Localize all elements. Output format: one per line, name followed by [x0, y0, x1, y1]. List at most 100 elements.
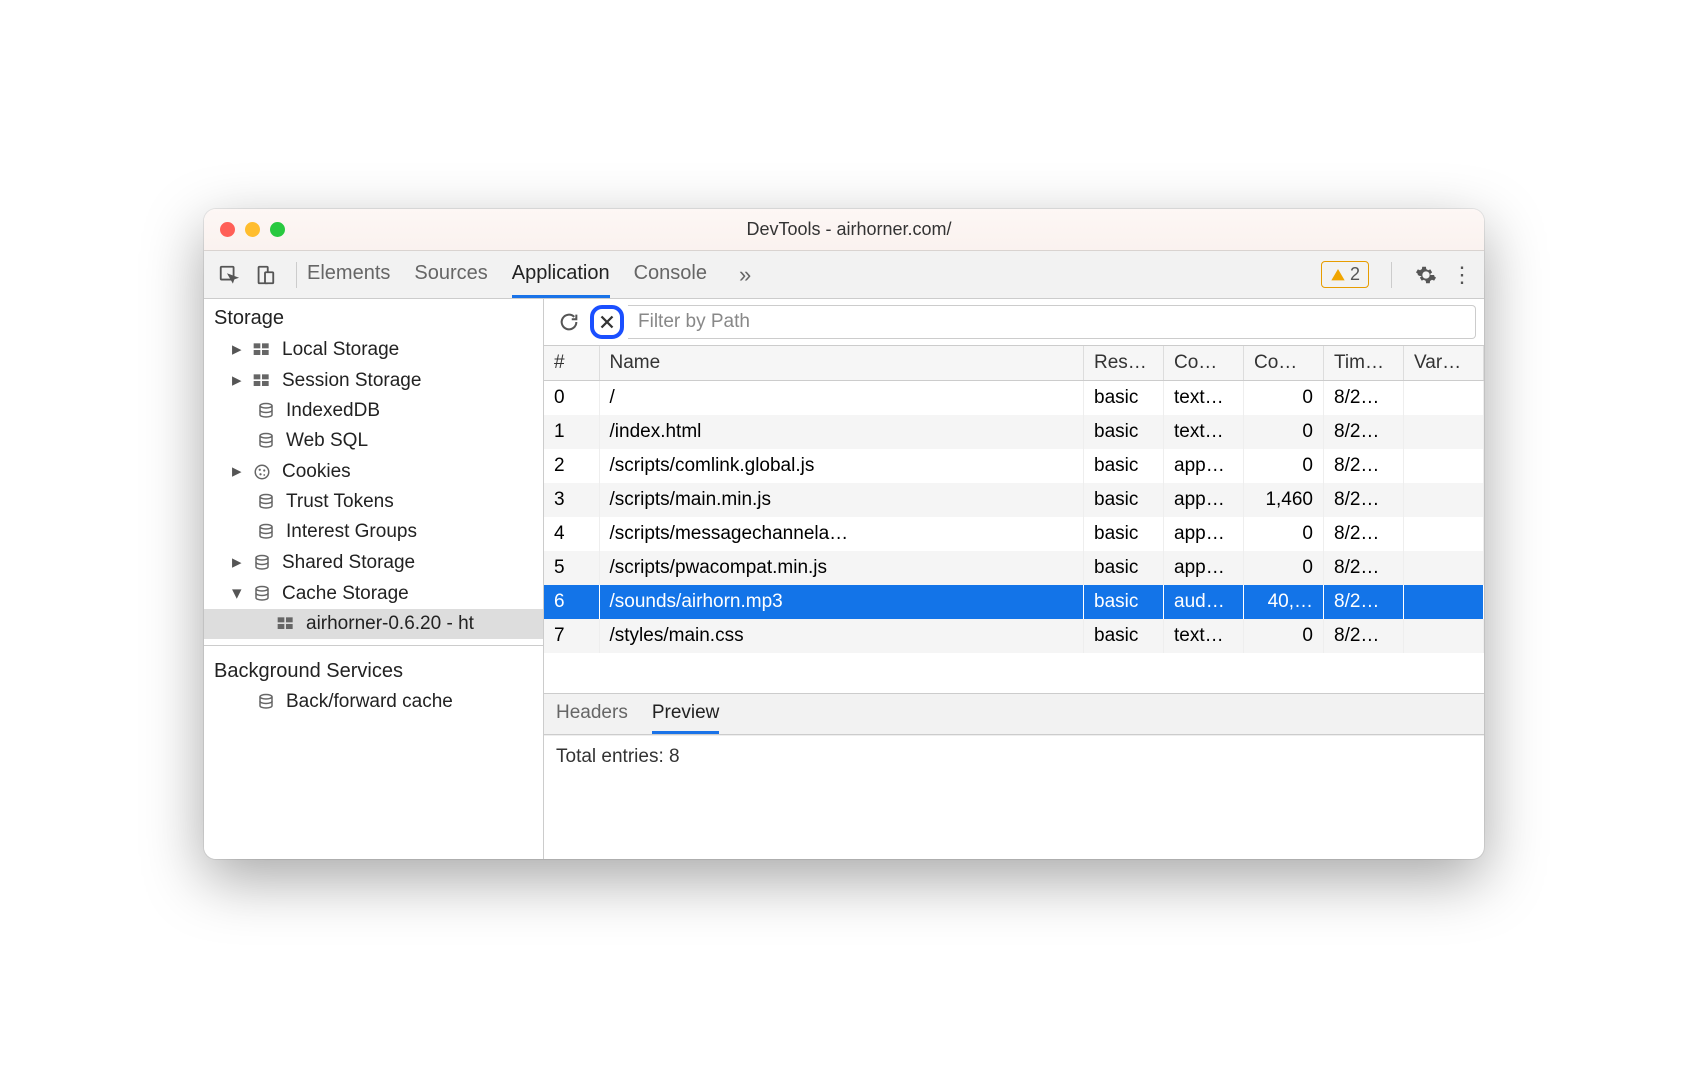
cell-idx: 0	[544, 381, 599, 416]
warnings-badge[interactable]: 2	[1321, 261, 1369, 288]
cell-co1: text…	[1164, 381, 1244, 416]
cell-co1: app…	[1164, 483, 1244, 517]
collapse-icon: ▾	[232, 582, 246, 605]
right-tools: 2 ⋮	[1321, 261, 1474, 288]
cell-var	[1404, 551, 1484, 585]
cell-co1: app…	[1164, 517, 1244, 551]
cell-res: basic	[1084, 483, 1164, 517]
separator	[296, 262, 297, 288]
sidebar-item-interest-groups[interactable]: Interest Groups	[204, 517, 543, 547]
col-content-length[interactable]: Co…	[1244, 346, 1324, 381]
cell-name: /scripts/pwacompat.min.js	[599, 551, 1084, 585]
toolbar: Elements Sources Application Console » 2…	[204, 251, 1484, 299]
tab-elements[interactable]: Elements	[307, 251, 390, 298]
refresh-icon[interactable]	[552, 305, 586, 339]
cell-co1: app…	[1164, 551, 1244, 585]
sidebar-item-indexeddb[interactable]: IndexedDB	[204, 396, 543, 426]
table-header: # Name Res… Co… Co… Tim… Var…	[544, 346, 1484, 381]
inspect-icon[interactable]	[214, 260, 244, 290]
detail-tab-preview[interactable]: Preview	[652, 694, 720, 734]
device-toggle-icon[interactable]	[250, 260, 280, 290]
table-row[interactable]: 0/basictext…08/2…	[544, 381, 1484, 416]
col-content-type[interactable]: Co…	[1164, 346, 1244, 381]
table-row[interactable]: 7/styles/main.cssbasictext…08/2…	[544, 619, 1484, 653]
sidebar-item-label: Cache Storage	[282, 583, 409, 605]
sidebar-item-label: IndexedDB	[286, 400, 380, 422]
close-window-button[interactable]	[220, 222, 235, 237]
cell-co2: 0	[1244, 619, 1324, 653]
warnings-count: 2	[1350, 264, 1360, 285]
table-row[interactable]: 5/scripts/pwacompat.min.jsbasicapp…08/2…	[544, 551, 1484, 585]
col-index[interactable]: #	[544, 346, 599, 381]
tab-sources[interactable]: Sources	[414, 251, 487, 298]
sidebar-item-cookies[interactable]: ▸ Cookies	[204, 456, 543, 487]
database-icon	[254, 692, 278, 712]
cell-var	[1404, 619, 1484, 653]
sidebar-item-label: Local Storage	[282, 339, 399, 361]
database-icon	[250, 553, 274, 573]
sidebar: Storage ▸ Local Storage ▸ Session Storag…	[204, 299, 544, 859]
table-spacer	[544, 653, 1484, 693]
cell-tim: 8/2…	[1324, 619, 1404, 653]
cell-idx: 7	[544, 619, 599, 653]
sidebar-item-session-storage[interactable]: ▸ Session Storage	[204, 365, 543, 396]
cookie-icon	[250, 462, 274, 482]
cell-co2: 0	[1244, 381, 1324, 416]
database-icon	[254, 431, 278, 451]
cell-var	[1404, 415, 1484, 449]
detail-tab-headers[interactable]: Headers	[556, 694, 628, 734]
cell-tim: 8/2…	[1324, 517, 1404, 551]
cell-co2: 0	[1244, 415, 1324, 449]
sidebar-item-trust-tokens[interactable]: Trust Tokens	[204, 487, 543, 517]
sidebar-section-bg: Background Services	[204, 652, 543, 687]
settings-icon[interactable]	[1414, 263, 1438, 287]
sidebar-item-label: Trust Tokens	[286, 491, 394, 513]
tab-application[interactable]: Application	[512, 251, 610, 298]
clear-icon[interactable]	[590, 305, 624, 339]
cell-name: /scripts/main.min.js	[599, 483, 1084, 517]
sidebar-item-local-storage[interactable]: ▸ Local Storage	[204, 334, 543, 365]
cell-name: /	[599, 381, 1084, 416]
filter-input[interactable]	[628, 305, 1476, 339]
main-panel: # Name Res… Co… Co… Tim… Var… 0/basictex…	[544, 299, 1484, 859]
tab-console[interactable]: Console	[634, 251, 707, 298]
sidebar-item-websql[interactable]: Web SQL	[204, 426, 543, 456]
sidebar-item-bf-cache[interactable]: Back/forward cache	[204, 687, 543, 717]
cell-idx: 1	[544, 415, 599, 449]
cell-res: basic	[1084, 585, 1164, 619]
expand-icon: ▸	[232, 551, 246, 574]
sidebar-item-label: Shared Storage	[282, 552, 415, 574]
traffic-lights	[220, 222, 285, 237]
cell-name: /styles/main.css	[599, 619, 1084, 653]
separator	[1391, 262, 1392, 288]
zoom-window-button[interactable]	[270, 222, 285, 237]
cell-tim: 8/2…	[1324, 415, 1404, 449]
kebab-menu-icon[interactable]: ⋮	[1450, 263, 1474, 287]
col-response[interactable]: Res…	[1084, 346, 1164, 381]
cell-idx: 4	[544, 517, 599, 551]
sidebar-item-label: Back/forward cache	[286, 691, 453, 713]
table-row[interactable]: 2/scripts/comlink.global.jsbasicapp…08/2…	[544, 449, 1484, 483]
sidebar-item-shared-storage[interactable]: ▸ Shared Storage	[204, 547, 543, 578]
cell-res: basic	[1084, 619, 1164, 653]
table-row[interactable]: 4/scripts/messagechannela…basicapp…08/2…	[544, 517, 1484, 551]
col-name[interactable]: Name	[599, 346, 1084, 381]
table-row[interactable]: 6/sounds/airhorn.mp3basicaud…40,…8/2…	[544, 585, 1484, 619]
table-row[interactable]: 3/scripts/main.min.jsbasicapp…1,4608/2…	[544, 483, 1484, 517]
cell-idx: 2	[544, 449, 599, 483]
cell-var	[1404, 585, 1484, 619]
sidebar-item-cache-entry[interactable]: airhorner-0.6.20 - ht	[204, 609, 543, 639]
col-vary[interactable]: Var…	[1404, 346, 1484, 381]
cache-table: # Name Res… Co… Co… Tim… Var… 0/basictex…	[544, 346, 1484, 653]
sidebar-divider	[204, 645, 543, 646]
col-time[interactable]: Tim…	[1324, 346, 1404, 381]
footer-status: Total entries: 8	[544, 735, 1484, 778]
more-tabs-icon[interactable]: »	[731, 262, 759, 288]
sidebar-item-cache-storage[interactable]: ▾ Cache Storage	[204, 578, 543, 609]
sidebar-item-label: Web SQL	[286, 430, 368, 452]
cell-res: basic	[1084, 517, 1164, 551]
sidebar-item-label: Session Storage	[282, 370, 421, 392]
minimize-window-button[interactable]	[245, 222, 260, 237]
cell-name: /scripts/messagechannela…	[599, 517, 1084, 551]
table-row[interactable]: 1/index.htmlbasictext…08/2…	[544, 415, 1484, 449]
